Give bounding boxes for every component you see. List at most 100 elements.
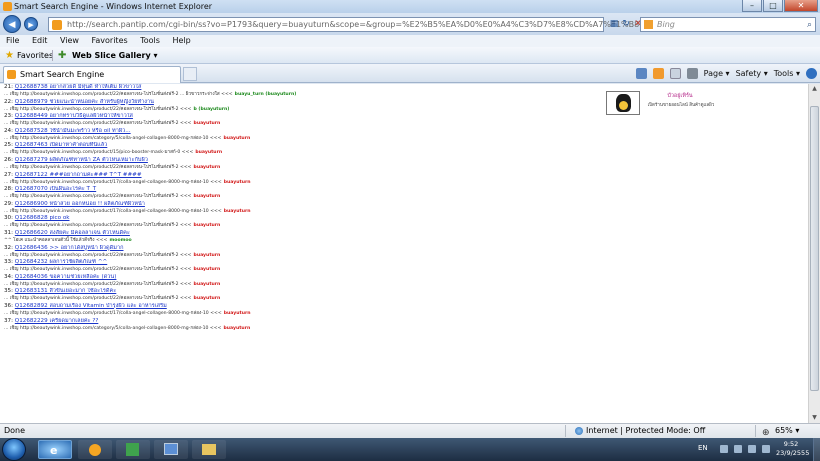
- result-username[interactable]: buayuturn: [224, 209, 251, 214]
- favorites-button[interactable]: Favorites: [17, 47, 53, 64]
- tray-volume-icon[interactable]: [748, 445, 756, 453]
- taskbar-app-3[interactable]: [116, 440, 150, 459]
- tray-power-icon[interactable]: [762, 445, 770, 453]
- result-link[interactable]: Q12687070 เป็นผื่นอะไรคะ T_T: [15, 186, 96, 192]
- result-username[interactable]: buayuturn: [224, 311, 251, 316]
- back-button[interactable]: ◀: [3, 15, 21, 33]
- result-link[interactable]: Q12684036 ขอความช่วยเหลือค่ะ (ด่วน): [15, 274, 117, 280]
- result-username[interactable]: buayuturn: [194, 194, 221, 199]
- scroll-up-arrow[interactable]: ▲: [809, 84, 820, 94]
- menu-help[interactable]: Help: [172, 36, 190, 45]
- result-snippet-line: ... เชิญ http://beautywink.inwshop.com/p…: [4, 164, 594, 171]
- close-button[interactable]: ✕: [784, 0, 818, 12]
- print-icon[interactable]: [686, 68, 698, 79]
- result-title-line: 21: Q12688738 อยากสวยดี มีหุ่นดี หำให้เต…: [4, 84, 594, 91]
- result-link[interactable]: Q12687528 ใช้น้ำมันมะพร้าว หรือ oil ทาผิ…: [15, 128, 131, 134]
- taskbar-internet-explorer[interactable]: e: [38, 440, 72, 459]
- picture-icon: [164, 443, 178, 455]
- result-link[interactable]: Q12683131 สิวขึ้นเยอะมาก ใช้อะไรดีคะ: [15, 288, 117, 294]
- web-slice-gallery[interactable]: Web Slice Gallery ▾: [72, 47, 158, 64]
- result-username[interactable]: moomoo: [110, 238, 132, 243]
- result-username[interactable]: buayuturn: [194, 121, 221, 126]
- result-link[interactable]: Q12688449 อยากทราบวิธีดูแลผิวหน้าให้ขาวใ…: [15, 113, 133, 119]
- feeds-icon[interactable]: [652, 68, 664, 79]
- search-placeholder[interactable]: Bing: [657, 18, 675, 32]
- result-username[interactable]: buayuturn: [194, 223, 221, 228]
- page-content: 21: Q12688738 อยากสวยดี มีหุ่นดี หำให้เต…: [0, 84, 808, 423]
- tray-flag-icon[interactable]: [734, 445, 742, 453]
- result-username[interactable]: buayuturn: [194, 296, 221, 301]
- avatar[interactable]: [606, 91, 640, 115]
- vertical-scrollbar[interactable]: ▲ ▼: [808, 84, 820, 423]
- taskbar-app-2[interactable]: [78, 440, 112, 459]
- profile-name[interactable]: บัวอยู่เทิร์น: [645, 92, 715, 100]
- menu-file[interactable]: File: [6, 36, 19, 45]
- add-favorite-icon[interactable]: ✚: [58, 50, 66, 61]
- result-username[interactable]: buayuturn: [223, 326, 250, 331]
- address-bar[interactable]: http://search.pantip.com/cgi-bin/ss?vo=P…: [48, 17, 713, 32]
- start-button[interactable]: [2, 438, 26, 461]
- home-icon[interactable]: [635, 68, 647, 79]
- result-link[interactable]: Q12684232 ผลการใช้ผลิตภัณฑ์ ^^: [15, 259, 107, 265]
- scroll-down-arrow[interactable]: ▼: [809, 413, 820, 423]
- help-icon[interactable]: [806, 68, 817, 79]
- tab-title[interactable]: Smart Search Engine: [20, 67, 104, 82]
- result-link[interactable]: Q12686620 สงสัยค่ะ มีคอลลาเจน ตัวไหนดีคะ: [15, 230, 130, 236]
- read-mail-icon[interactable]: [669, 68, 681, 79]
- excel-icon: [126, 443, 139, 456]
- menu-favorites[interactable]: Favorites: [92, 36, 128, 45]
- refresh-icon[interactable]: ↻: [620, 17, 632, 32]
- safety-menu[interactable]: Safety ▾: [736, 66, 768, 81]
- status-divider: [565, 425, 566, 437]
- result-username[interactable]: buayuturn: [223, 136, 250, 141]
- menu-view[interactable]: View: [60, 36, 79, 45]
- result-link[interactable]: Q12682229 เครียดมากเลยค่ะ ??: [15, 318, 99, 324]
- tab-smart-search[interactable]: Smart Search Engine: [3, 66, 181, 83]
- result-username[interactable]: buayuturn: [195, 150, 222, 155]
- result-snippet: ... เชิญ http://beautywink.inwshop.com/p…: [4, 179, 209, 185]
- tools-menu[interactable]: Tools ▾: [774, 66, 800, 81]
- result-snippet-line: ... เชิญ http://beautywink.inwshop.com/p…: [4, 281, 594, 288]
- result-link[interactable]: Q12687122 ###อยากถามค่ะ### T^T ####: [15, 172, 142, 178]
- taskbar-app-5[interactable]: [192, 440, 226, 459]
- security-zone[interactable]: Internet | Protected Mode: Off: [586, 424, 705, 438]
- result-username[interactable]: buayuturn: [194, 165, 221, 170]
- result-item: 29: Q12686900 หน้าสวย ออกหน่อย !! ผลิตภั…: [4, 201, 594, 216]
- language-indicator[interactable]: EN: [698, 444, 708, 452]
- zoom-level[interactable]: 65% ▾: [775, 424, 799, 438]
- new-tab-button[interactable]: [183, 67, 197, 81]
- result-link[interactable]: Q12687279 ผลิตภัณฑ์ทาหน้า ZA ตัวไหนเหมาะ…: [15, 157, 148, 163]
- result-link[interactable]: Q12688738 อยากสวยดี มีหุ่นดี หำให้เต็ม ผ…: [15, 84, 142, 90]
- result-link[interactable]: Q12682892 สอบถามเรื่อง Vitamin บำรุงผิว …: [15, 303, 167, 309]
- show-desktop-button[interactable]: [813, 438, 820, 461]
- result-link[interactable]: Q12688979 ช่วยแนะนำหน่อยค่ะ สำหรับผู้หญิ…: [15, 99, 154, 105]
- result-snippet: ... เชิญ http://beautywink.inwshop.com/p…: [4, 208, 209, 214]
- taskbar-app-4[interactable]: [154, 440, 188, 459]
- menu-edit[interactable]: Edit: [32, 36, 48, 45]
- page-menu[interactable]: Page ▾: [704, 66, 730, 81]
- result-link[interactable]: Q12687463 เปิดมาหาคำตอบที่นี่แล้ว: [15, 142, 108, 148]
- result-number: 27:: [4, 171, 14, 178]
- result-link[interactable]: Q12686900 หน้าสวย ออกหน่อย !! ผลิตภัณฑ์ผ…: [15, 201, 145, 207]
- result-snippet-line: ... เชิญ http://beautywink.inwshop.com/p…: [4, 295, 594, 302]
- result-username[interactable]: buayuturn: [194, 253, 221, 258]
- compatibility-icon[interactable]: ▦: [608, 17, 620, 32]
- scrollbar-thumb[interactable]: [810, 106, 819, 391]
- tray-network-icon[interactable]: [720, 445, 728, 453]
- result-link[interactable]: Q12686828 pico ok: [15, 215, 70, 221]
- result-username[interactable]: buayuturn: [194, 282, 221, 287]
- favorites-star-icon[interactable]: ★: [5, 50, 14, 61]
- minimize-button[interactable]: –: [742, 0, 762, 12]
- result-username[interactable]: buayuturn: [194, 267, 221, 272]
- forward-button[interactable]: ▶: [24, 17, 38, 31]
- menu-tools[interactable]: Tools: [140, 36, 160, 45]
- result-username[interactable]: buayuturn: [224, 180, 251, 185]
- maximize-button[interactable]: □: [763, 0, 783, 12]
- result-username[interactable]: buayu_turn (buayuturn): [235, 92, 297, 97]
- result-link[interactable]: Q12686436 >> อยากได้สบู่หน้า ผิวดูดีมาก: [15, 245, 124, 251]
- result-arrow: <<<: [221, 92, 233, 97]
- clock[interactable]: 9:52 23/9/2555: [776, 440, 809, 458]
- search-box[interactable]: Bing ⌕: [640, 17, 816, 32]
- search-icon[interactable]: ⌕: [807, 18, 812, 32]
- result-username[interactable]: b (buayuturn): [194, 107, 230, 112]
